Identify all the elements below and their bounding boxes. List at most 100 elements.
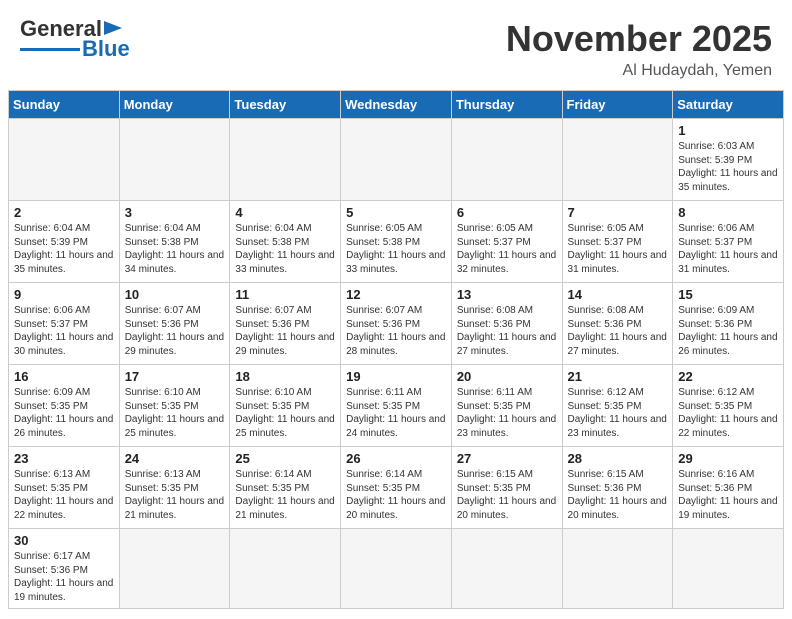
calendar-cell [562,529,673,609]
day-info: Sunrise: 6:11 AM Sunset: 5:35 PM Dayligh… [457,386,557,440]
day-info: Sunrise: 6:13 AM Sunset: 5:35 PM Dayligh… [14,468,114,522]
calendar-cell: 11 Sunrise: 6:07 AM Sunset: 5:36 PM Dayli… [230,283,341,365]
day-header-sunday: Sunday [9,91,120,119]
day-number: 14 [568,287,668,302]
day-header-tuesday: Tuesday [230,91,341,119]
day-header-thursday: Thursday [451,91,562,119]
day-info: Sunrise: 6:06 AM Sunset: 5:37 PM Dayligh… [678,222,778,276]
day-info: Sunrise: 6:12 AM Sunset: 5:35 PM Dayligh… [568,386,668,440]
calendar-cell: 9Sunrise: 6:06 AM Sunset: 5:37 PM Daylig… [9,283,120,365]
calendar-cell [119,529,230,609]
day-info: Sunrise: 6:10 AM Sunset: 5:35 PM Dayligh… [235,386,335,440]
calendar-cell: 29Sunrise: 6:16 AM Sunset: 5:36 PM Dayli… [673,447,784,529]
calendar-cell: 21 Sunrise: 6:12 AM Sunset: 5:35 PM Dayli… [562,365,673,447]
day-number: 8 [678,205,778,220]
day-number: 3 [125,205,225,220]
calendar-week-row: 16 Sunrise: 6:09 AM Sunset: 5:35 PM Dayli… [9,365,784,447]
calendar-cell: 26 Sunrise: 6:14 AM Sunset: 5:35 PM Dayli… [341,447,452,529]
calendar-cell: 22 Sunrise: 6:12 AM Sunset: 5:35 PM Dayli… [673,365,784,447]
day-info: Sunrise: 6:07 AM Sunset: 5:36 PM Dayligh… [346,304,446,358]
day-info: Sunrise: 6:15 AM Sunset: 5:35 PM Dayligh… [457,468,557,522]
day-number: 11 [235,287,335,302]
day-info: Sunrise: 6:03 AM Sunset: 5:39 PM Dayligh… [678,140,778,194]
day-info: Sunrise: 6:12 AM Sunset: 5:35 PM Dayligh… [678,386,778,440]
calendar-cell: 5 Sunrise: 6:05 AM Sunset: 5:38 PM Daylig… [341,201,452,283]
day-number: 21 [568,369,668,384]
day-info: Sunrise: 6:13 AM Sunset: 5:35 PM Dayligh… [125,468,225,522]
calendar-cell: 4Sunrise: 6:04 AM Sunset: 5:38 PM Daylig… [230,201,341,283]
calendar-cell: 16 Sunrise: 6:09 AM Sunset: 5:35 PM Dayli… [9,365,120,447]
day-number: 22 [678,369,778,384]
title-block: November 2025 Al Hudaydah, Yemen [506,18,772,80]
calendar-cell [230,529,341,609]
calendar-cell: 10 Sunrise: 6:07 AM Sunset: 5:36 PM Dayli… [119,283,230,365]
calendar-cell: 18Sunrise: 6:10 AM Sunset: 5:35 PM Dayli… [230,365,341,447]
calendar-cell [451,529,562,609]
day-info: Sunrise: 6:11 AM Sunset: 5:35 PM Dayligh… [346,386,446,440]
day-info: Sunrise: 6:05 AM Sunset: 5:38 PM Dayligh… [346,222,446,276]
day-header-saturday: Saturday [673,91,784,119]
day-info: Sunrise: 6:04 AM Sunset: 5:39 PM Dayligh… [14,222,114,276]
day-number: 6 [457,205,557,220]
day-number: 2 [14,205,114,220]
day-number: 12 [346,287,446,302]
day-number: 5 [346,205,446,220]
day-number: 15 [678,287,778,302]
calendar-cell: 23 Sunrise: 6:13 AM Sunset: 5:35 PM Dayli… [9,447,120,529]
day-info: Sunrise: 6:06 AM Sunset: 5:37 PM Dayligh… [14,304,114,358]
day-number: 30 [14,533,114,548]
day-number: 7 [568,205,668,220]
calendar-cell: 19 Sunrise: 6:11 AM Sunset: 5:35 PM Dayli… [341,365,452,447]
day-number: 16 [14,369,114,384]
day-number: 24 [125,451,225,466]
day-info: Sunrise: 6:15 AM Sunset: 5:36 PM Dayligh… [568,468,668,522]
calendar-week-row: 1 Sunrise: 6:03 AM Sunset: 5:39 PM Daylig… [9,119,784,201]
calendar-cell: 27 Sunrise: 6:15 AM Sunset: 5:35 PM Dayli… [451,447,562,529]
calendar-week-row: 2 Sunrise: 6:04 AM Sunset: 5:39 PM Daylig… [9,201,784,283]
day-number: 23 [14,451,114,466]
calendar-cell [562,119,673,201]
day-info: Sunrise: 6:05 AM Sunset: 5:37 PM Dayligh… [568,222,668,276]
calendar-cell [230,119,341,201]
calendar-cell: 1 Sunrise: 6:03 AM Sunset: 5:39 PM Daylig… [673,119,784,201]
day-number: 17 [125,369,225,384]
day-number: 10 [125,287,225,302]
day-number: 19 [346,369,446,384]
day-number: 20 [457,369,557,384]
calendar-week-row: 23 Sunrise: 6:13 AM Sunset: 5:35 PM Dayli… [9,447,784,529]
calendar-cell [341,119,452,201]
day-info: Sunrise: 6:14 AM Sunset: 5:35 PM Dayligh… [346,468,446,522]
day-info: Sunrise: 6:05 AM Sunset: 5:37 PM Dayligh… [457,222,557,276]
calendar-cell: 17Sunrise: 6:10 AM Sunset: 5:35 PM Dayli… [119,365,230,447]
day-number: 27 [457,451,557,466]
calendar-week-row: 30Sunrise: 6:17 AM Sunset: 5:36 PM Dayli… [9,529,784,609]
calendar-cell: 24 Sunrise: 6:13 AM Sunset: 5:35 PM Dayli… [119,447,230,529]
calendar-cell [673,529,784,609]
calendar-cell: 15 Sunrise: 6:09 AM Sunset: 5:36 PM Dayli… [673,283,784,365]
calendar-cell: 30Sunrise: 6:17 AM Sunset: 5:36 PM Dayli… [9,529,120,609]
month-year: November 2025 [506,18,772,60]
logo-blue-text: Blue [82,36,130,62]
day-number: 13 [457,287,557,302]
header: General Blue November 2025 Al Hudaydah, … [0,0,792,90]
day-header-friday: Friday [562,91,673,119]
calendar-cell [9,119,120,201]
calendar-cell [119,119,230,201]
calendar-week-row: 9Sunrise: 6:06 AM Sunset: 5:37 PM Daylig… [9,283,784,365]
day-number: 28 [568,451,668,466]
day-info: Sunrise: 6:07 AM Sunset: 5:36 PM Dayligh… [125,304,225,358]
calendar-cell: 12 Sunrise: 6:07 AM Sunset: 5:36 PM Dayli… [341,283,452,365]
day-number: 4 [235,205,335,220]
day-info: Sunrise: 6:14 AM Sunset: 5:35 PM Dayligh… [235,468,335,522]
day-number: 26 [346,451,446,466]
calendar-cell [451,119,562,201]
day-number: 1 [678,123,778,138]
day-info: Sunrise: 6:09 AM Sunset: 5:36 PM Dayligh… [678,304,778,358]
day-info: Sunrise: 6:16 AM Sunset: 5:36 PM Dayligh… [678,468,778,522]
calendar-cell: 14Sunrise: 6:08 AM Sunset: 5:36 PM Dayli… [562,283,673,365]
day-info: Sunrise: 6:08 AM Sunset: 5:36 PM Dayligh… [457,304,557,358]
calendar-cell: 13 Sunrise: 6:08 AM Sunset: 5:36 PM Dayli… [451,283,562,365]
calendar-cell: 6 Sunrise: 6:05 AM Sunset: 5:37 PM Daylig… [451,201,562,283]
day-info: Sunrise: 6:07 AM Sunset: 5:36 PM Dayligh… [235,304,335,358]
day-info: Sunrise: 6:09 AM Sunset: 5:35 PM Dayligh… [14,386,114,440]
